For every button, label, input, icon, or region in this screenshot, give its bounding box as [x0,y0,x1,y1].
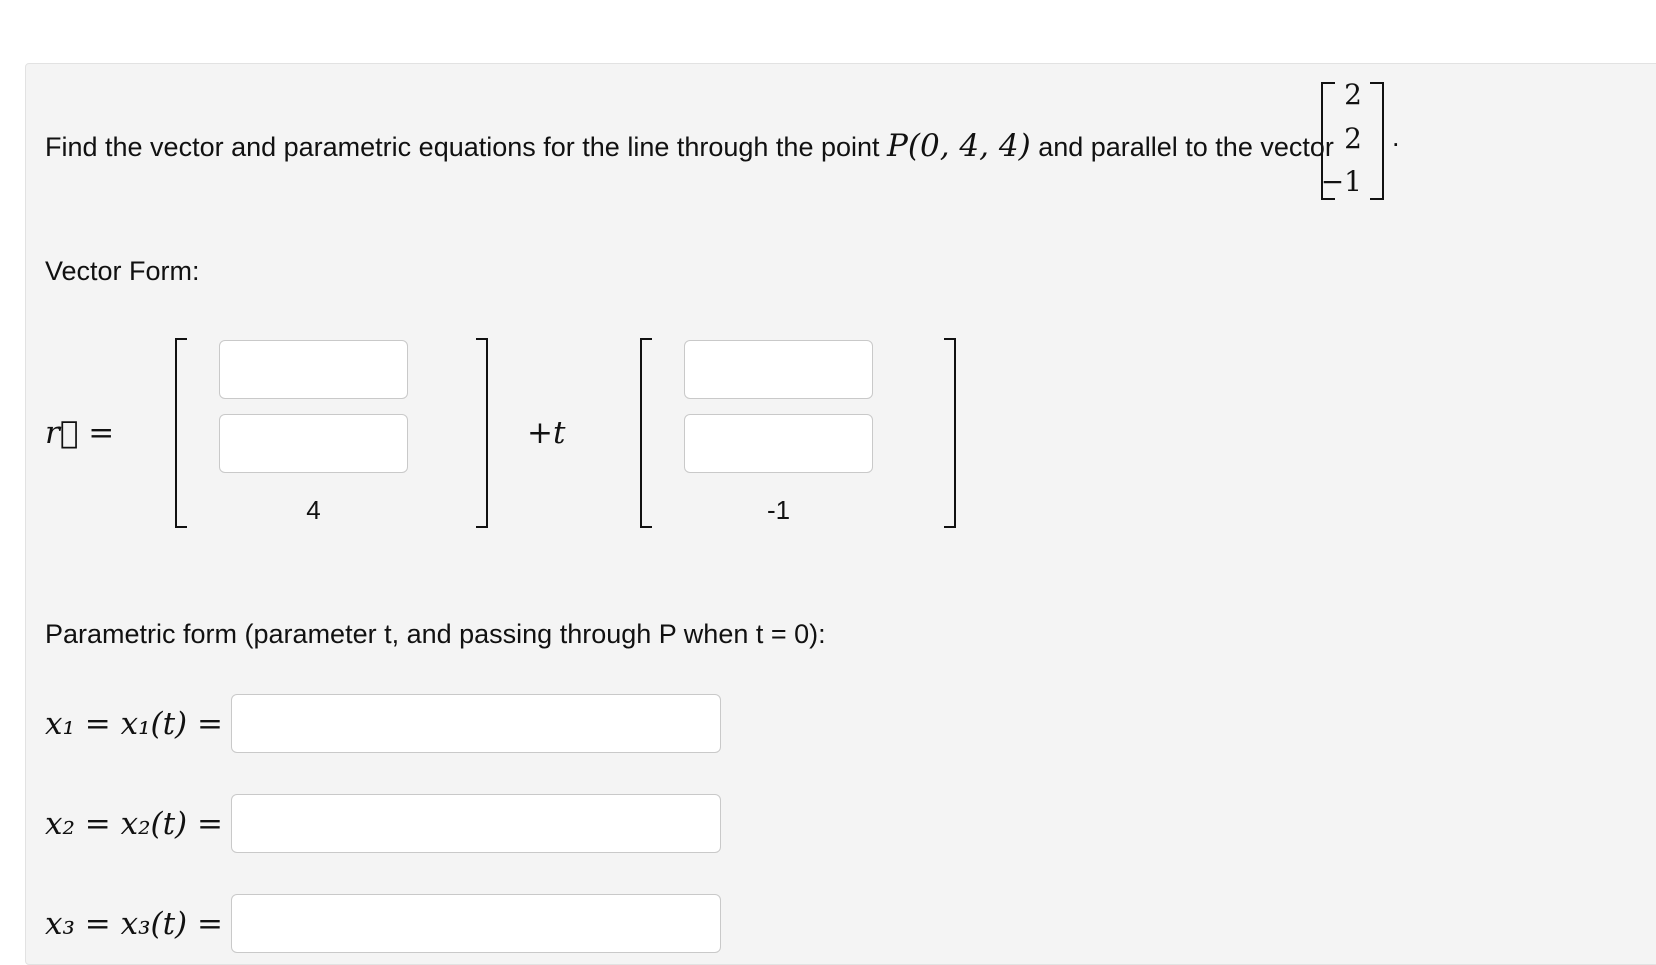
x2-lhs: x₂ = x₂(t) = [45,806,223,842]
question-text-after: and parallel to the vector [1038,132,1334,162]
vector-form-label: Vector Form: [45,256,200,286]
vector-entry-2: 2 [1344,122,1362,155]
x3-lhs: x₃ = x₃(t) = [45,906,223,942]
parametric-form-label: Parametric form (parameter t, and passin… [45,619,826,649]
direction-bracket-right [944,338,956,528]
plus-t-label: +t [527,415,566,451]
vector-bracket-right [1370,82,1384,200]
question-text-before: Find the vector and parametric equations… [45,132,880,162]
point-x-input[interactable] [219,340,408,399]
point-bracket-left [175,338,187,528]
r-vector-lhs: r⃗ = [45,415,115,451]
vector-entry-1: 2 [1344,78,1362,111]
vector-entry-3: −1 [1320,165,1362,198]
question-period: . [1392,122,1400,152]
x2-input[interactable] [231,794,721,853]
point-label: P(0, 4, 4) [887,128,1031,164]
point-y-input[interactable] [219,414,408,473]
direction-y-input[interactable] [684,414,873,473]
point-bracket-right [476,338,488,528]
x1-input[interactable] [231,694,721,753]
direction-bracket-left [640,338,652,528]
direction-z-value: -1 [766,495,791,525]
x1-lhs: x₁ = x₁(t) = [45,706,223,742]
direction-x-input[interactable] [684,340,873,399]
point-z-value: 4 [306,495,321,525]
question-text: Find the vector and parametric equations… [45,128,1334,164]
